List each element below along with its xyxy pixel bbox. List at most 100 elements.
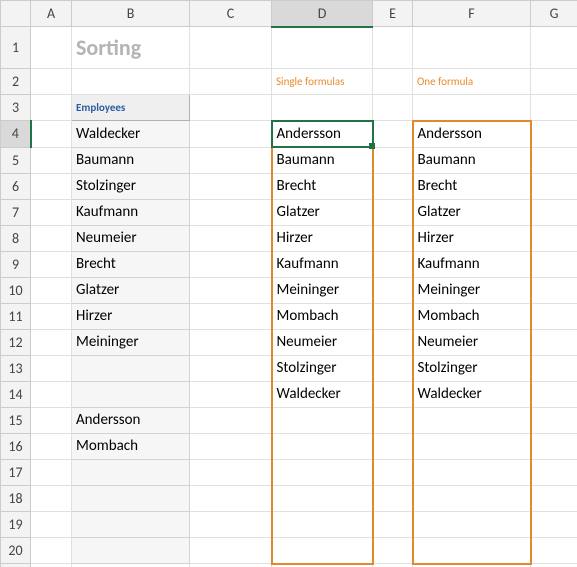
- row-header-19[interactable]: 19: [1, 511, 31, 537]
- cell-A11[interactable]: [31, 303, 72, 329]
- row-header-16[interactable]: 16: [1, 433, 31, 459]
- cell-G20[interactable]: [531, 537, 577, 564]
- cell-G13[interactable]: [531, 355, 577, 381]
- cell-F6[interactable]: Brecht: [413, 173, 531, 199]
- cell-G7[interactable]: [531, 199, 577, 225]
- row-header-6[interactable]: 6: [1, 173, 31, 199]
- row-header-7[interactable]: 7: [1, 199, 31, 225]
- cell-G9[interactable]: [531, 251, 577, 277]
- cell-F9[interactable]: Kaufmann: [413, 251, 531, 277]
- cell-G14[interactable]: [531, 381, 577, 407]
- col-header-C[interactable]: C: [190, 1, 272, 27]
- cell-E10[interactable]: [373, 277, 413, 303]
- cell-E7[interactable]: [373, 199, 413, 225]
- cell-F2[interactable]: One formula: [413, 68, 531, 94]
- cell-F19[interactable]: [413, 511, 531, 537]
- col-header-F[interactable]: F: [413, 1, 531, 27]
- cell-F15[interactable]: [413, 407, 531, 433]
- cell-D19[interactable]: [272, 511, 373, 537]
- row-header-12[interactable]: 12: [1, 329, 31, 355]
- cell-A9[interactable]: [31, 251, 72, 277]
- cell-A7[interactable]: [31, 199, 72, 225]
- cell-G11[interactable]: [531, 303, 577, 329]
- cell-E19[interactable]: [373, 511, 413, 537]
- cell-B17[interactable]: [72, 459, 190, 485]
- cell-B14[interactable]: [72, 381, 190, 407]
- cell-B9[interactable]: Brecht: [72, 251, 190, 277]
- cell-F21[interactable]: [413, 564, 531, 567]
- cell-D17[interactable]: [272, 459, 373, 485]
- cell-F8[interactable]: Hirzer: [413, 225, 531, 251]
- cell-A16[interactable]: [31, 433, 72, 459]
- cell-A17[interactable]: [31, 459, 72, 485]
- row-header-9[interactable]: 9: [1, 251, 31, 277]
- cell-C19[interactable]: [190, 511, 272, 537]
- cell-F7[interactable]: Glatzer: [413, 199, 531, 225]
- cell-E3[interactable]: [373, 94, 413, 121]
- cell-E12[interactable]: [373, 329, 413, 355]
- cell-G4[interactable]: [531, 121, 577, 148]
- cell-C13[interactable]: [190, 355, 272, 381]
- cell-F3[interactable]: [413, 94, 531, 121]
- cell-A1[interactable]: [31, 27, 72, 69]
- cell-B15[interactable]: Andersson: [72, 407, 190, 433]
- cell-G6[interactable]: [531, 173, 577, 199]
- row-header-20[interactable]: 20: [1, 537, 31, 564]
- row-header-2[interactable]: 2: [1, 68, 31, 94]
- cell-E14[interactable]: [373, 381, 413, 407]
- cell-D13[interactable]: Stolzinger: [272, 355, 373, 381]
- cell-B1[interactable]: Sorting: [72, 27, 190, 69]
- cell-A12[interactable]: [31, 329, 72, 355]
- cell-D9[interactable]: Kaufmann: [272, 251, 373, 277]
- cell-D1[interactable]: [272, 27, 373, 69]
- cell-C14[interactable]: [190, 381, 272, 407]
- cell-B7[interactable]: Kaufmann: [72, 199, 190, 225]
- cell-E20[interactable]: [373, 537, 413, 564]
- cell-C9[interactable]: [190, 251, 272, 277]
- cell-F4[interactable]: Andersson: [413, 121, 531, 148]
- col-header-A[interactable]: A: [31, 1, 72, 27]
- cell-E21[interactable]: [373, 564, 413, 567]
- cell-D15[interactable]: [272, 407, 373, 433]
- cell-F13[interactable]: Stolzinger: [413, 355, 531, 381]
- cell-F16[interactable]: [413, 433, 531, 459]
- row-header-13[interactable]: 13: [1, 355, 31, 381]
- cell-D6[interactable]: Brecht: [272, 173, 373, 199]
- cell-C11[interactable]: [190, 303, 272, 329]
- cell-E9[interactable]: [373, 251, 413, 277]
- cell-D16[interactable]: [272, 433, 373, 459]
- row-header-14[interactable]: 14: [1, 381, 31, 407]
- cell-B2[interactable]: [72, 68, 190, 94]
- cell-C10[interactable]: [190, 277, 272, 303]
- cell-A19[interactable]: [31, 511, 72, 537]
- row-header-15[interactable]: 15: [1, 407, 31, 433]
- cell-E5[interactable]: [373, 147, 413, 173]
- cell-G3[interactable]: [531, 94, 577, 121]
- cell-G21[interactable]: [531, 564, 577, 567]
- cell-E17[interactable]: [373, 459, 413, 485]
- cell-F18[interactable]: [413, 485, 531, 511]
- cell-B8[interactable]: Neumeier: [72, 225, 190, 251]
- col-header-E[interactable]: E: [373, 1, 413, 27]
- cell-B3[interactable]: Employees: [72, 94, 190, 121]
- cell-A20[interactable]: [31, 537, 72, 564]
- cell-G18[interactable]: [531, 485, 577, 511]
- cell-B11[interactable]: Hirzer: [72, 303, 190, 329]
- row-header-3[interactable]: 3: [1, 94, 31, 121]
- cell-E8[interactable]: [373, 225, 413, 251]
- cell-G16[interactable]: [531, 433, 577, 459]
- col-header-G[interactable]: G: [531, 1, 577, 27]
- cell-A21[interactable]: [31, 564, 72, 567]
- cell-D4[interactable]: Andersson: [272, 121, 373, 148]
- cell-G17[interactable]: [531, 459, 577, 485]
- cell-A6[interactable]: [31, 173, 72, 199]
- cell-B12[interactable]: Meininger: [72, 329, 190, 355]
- cell-D14[interactable]: Waldecker: [272, 381, 373, 407]
- cell-E18[interactable]: [373, 485, 413, 511]
- cell-E2[interactable]: [373, 68, 413, 94]
- cell-A14[interactable]: [31, 381, 72, 407]
- cell-A8[interactable]: [31, 225, 72, 251]
- cell-E11[interactable]: [373, 303, 413, 329]
- cell-F10[interactable]: Meininger: [413, 277, 531, 303]
- cell-A5[interactable]: [31, 147, 72, 173]
